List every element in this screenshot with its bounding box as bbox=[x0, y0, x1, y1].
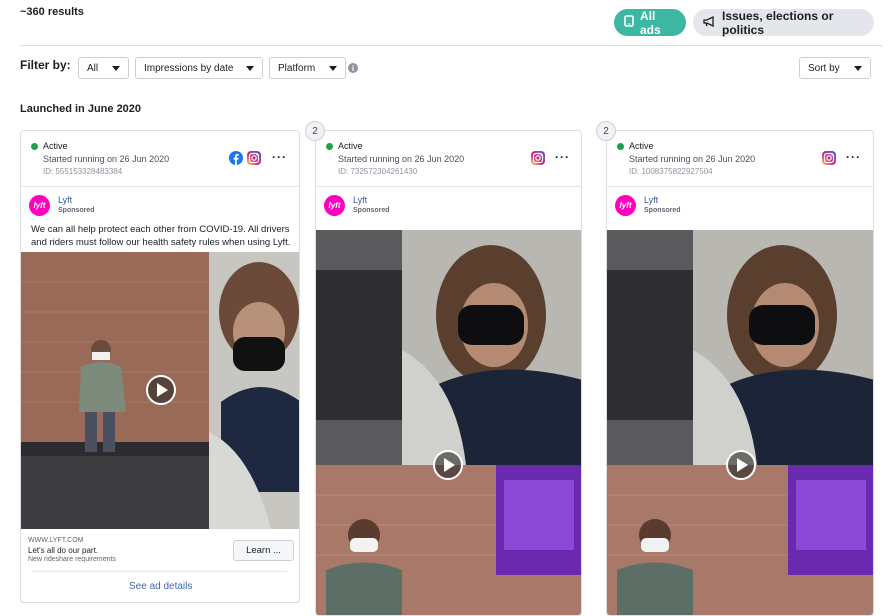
link-description: New rideshare requirements bbox=[28, 556, 116, 563]
caret-down-icon bbox=[246, 65, 254, 71]
all-ads-label: All ads bbox=[640, 8, 661, 37]
version-count-badge: 2 bbox=[305, 121, 325, 141]
ad-card: Active Started running on 26 Jun 2020 ID… bbox=[315, 130, 582, 616]
active-status-dot bbox=[31, 143, 38, 150]
play-icon[interactable] bbox=[433, 450, 463, 480]
instagram-icon bbox=[247, 151, 261, 170]
tablet-icon bbox=[624, 15, 634, 30]
active-status-dot bbox=[326, 143, 333, 150]
ad-video[interactable] bbox=[316, 230, 581, 615]
ad-id: ID: 732572304261430 bbox=[338, 167, 418, 176]
divider bbox=[31, 571, 287, 572]
link-headline: Let's all do our part. bbox=[28, 546, 99, 555]
results-count: ~360 results bbox=[20, 6, 84, 18]
caret-down-icon bbox=[112, 65, 120, 71]
all-ads-button[interactable]: All ads bbox=[614, 8, 686, 37]
sort-label: Sort by bbox=[808, 62, 840, 74]
ad-id: ID: 555153328483384 bbox=[43, 167, 123, 176]
ad-video[interactable] bbox=[607, 230, 873, 615]
caret-down-icon bbox=[854, 65, 862, 71]
filter-by-label: Filter by: bbox=[20, 58, 71, 72]
section-title: Launched in June 2020 bbox=[20, 103, 142, 115]
impressions-label: Impressions by date bbox=[144, 62, 234, 74]
ad-id: ID: 1008375822927504 bbox=[629, 167, 713, 176]
facebook-icon bbox=[229, 151, 243, 170]
sponsored-label: Sponsored bbox=[644, 207, 681, 214]
divider bbox=[21, 186, 299, 187]
start-date: Started running on 26 Jun 2020 bbox=[629, 154, 756, 164]
caret-down-icon bbox=[329, 65, 337, 71]
advertiser-name[interactable]: Lyft bbox=[58, 195, 72, 205]
ad-card: Active Started running on 26 Jun 2020 ID… bbox=[20, 130, 300, 603]
divider bbox=[607, 186, 873, 187]
filter-all-dropdown[interactable]: All bbox=[78, 57, 129, 79]
lyft-logo[interactable]: lyft bbox=[615, 195, 636, 216]
impressions-by-date-dropdown[interactable]: Impressions by date bbox=[135, 57, 263, 79]
more-icon[interactable]: ··· bbox=[555, 150, 570, 164]
ad-video[interactable] bbox=[21, 252, 299, 529]
filter-all-label: All bbox=[87, 62, 99, 74]
sponsored-label: Sponsored bbox=[58, 207, 95, 214]
lyft-logo[interactable]: lyft bbox=[29, 195, 50, 216]
sort-by-dropdown[interactable]: Sort by bbox=[799, 57, 871, 79]
instagram-icon bbox=[531, 151, 545, 170]
divider bbox=[20, 45, 882, 46]
status-label: Active bbox=[43, 141, 68, 151]
more-icon[interactable]: ··· bbox=[846, 150, 861, 164]
ad-body-text: We can all help protect each other from … bbox=[31, 224, 291, 248]
issues-elections-politics-button[interactable]: Issues, elections or politics bbox=[693, 8, 874, 37]
platform-dropdown[interactable]: Platform bbox=[269, 57, 346, 79]
start-date: Started running on 26 Jun 2020 bbox=[338, 154, 465, 164]
active-status-dot bbox=[617, 143, 624, 150]
play-icon[interactable] bbox=[726, 450, 756, 480]
platform-label: Platform bbox=[278, 62, 316, 74]
info-icon[interactable]: i bbox=[348, 63, 358, 73]
instagram-icon bbox=[822, 151, 836, 170]
sponsored-label: Sponsored bbox=[353, 207, 390, 214]
learn-more-button[interactable]: Learn ... bbox=[233, 540, 294, 561]
divider bbox=[316, 186, 581, 187]
see-ad-details-link[interactable]: See ad details bbox=[129, 581, 192, 592]
version-count-badge: 2 bbox=[596, 121, 616, 141]
status-label: Active bbox=[629, 141, 654, 151]
ad-card: Active Started running on 26 Jun 2020 ID… bbox=[606, 130, 874, 616]
start-date: Started running on 26 Jun 2020 bbox=[43, 154, 170, 164]
more-icon[interactable]: ··· bbox=[272, 150, 287, 164]
advertiser-name[interactable]: Lyft bbox=[644, 195, 658, 205]
lyft-logo[interactable]: lyft bbox=[324, 195, 345, 216]
link-domain: WWW.LYFT.COM bbox=[28, 537, 84, 544]
advertiser-name[interactable]: Lyft bbox=[353, 195, 367, 205]
issues-label: Issues, elections or politics bbox=[722, 8, 834, 37]
megaphone-icon bbox=[703, 15, 716, 30]
play-icon[interactable] bbox=[146, 375, 176, 405]
status-label: Active bbox=[338, 141, 363, 151]
